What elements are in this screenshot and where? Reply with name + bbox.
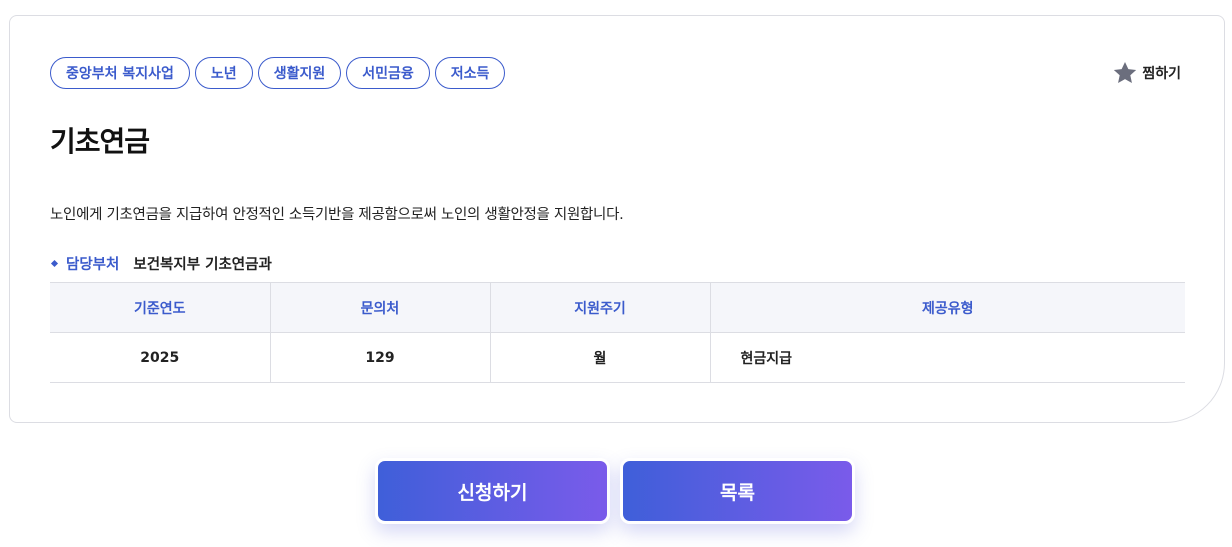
header-base-year: 기준연도 — [50, 282, 271, 333]
header-support-cycle: 지원주기 — [490, 282, 711, 333]
cell-contact: 129 — [270, 332, 491, 383]
bookmark-button[interactable]: 찜하기 — [1112, 57, 1181, 89]
diamond-bullet-icon — [50, 259, 59, 268]
tag-central-welfare[interactable]: 중앙부처 복지사업 — [50, 57, 190, 89]
table-row: 2025 129 월 현금지급 — [50, 332, 1185, 383]
tag-low-income[interactable]: 저소득 — [434, 57, 506, 89]
cell-provision-type: 현금지급 — [710, 332, 1185, 383]
tag-living-support[interactable]: 생활지원 — [257, 57, 342, 89]
header-contact: 문의처 — [270, 282, 491, 333]
table-header-row: 기준연도 문의처 지원주기 제공유형 — [50, 282, 1185, 333]
department-label: 담당부처 — [66, 257, 120, 273]
tag-elderly[interactable]: 노년 — [194, 57, 253, 89]
star-icon — [1112, 60, 1138, 86]
page-title: 기초연금 — [50, 125, 150, 158]
apply-button[interactable]: 신청하기 — [375, 458, 610, 524]
tag-list: 중앙부처 복지사업 노년 생활지원 서민금융 저소득 — [50, 57, 506, 89]
service-detail-card: 중앙부처 복지사업 노년 생활지원 서민금융 저소득 찜하기 기초연금 노인에게… — [9, 15, 1225, 423]
department-row: 담당부처 보건복지부 기초연금과 — [50, 253, 272, 274]
tag-microfinance[interactable]: 서민금융 — [346, 57, 430, 89]
cell-support-cycle: 월 — [490, 332, 711, 383]
list-button[interactable]: 목록 — [620, 458, 855, 524]
header-provision-type: 제공유형 — [710, 282, 1185, 333]
bookmark-label: 찜하기 — [1142, 66, 1181, 82]
service-info-table: 기준연도 문의처 지원주기 제공유형 2025 129 월 현금지급 — [50, 282, 1185, 383]
department-value: 보건복지부 기초연금과 — [133, 257, 272, 273]
service-description: 노인에게 기초연금을 지급하여 안정적인 소득기반을 제공함으로써 노인의 생활… — [50, 207, 624, 223]
cell-base-year: 2025 — [50, 332, 271, 383]
